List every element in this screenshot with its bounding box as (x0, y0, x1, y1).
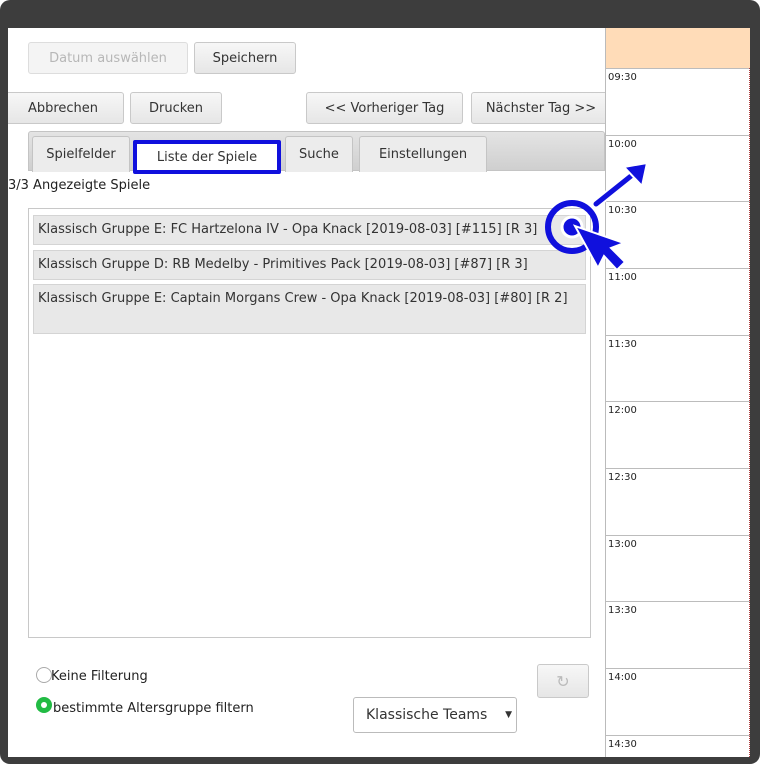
radio-age-group-filter[interactable] (36, 697, 52, 713)
time-label: 09:30 (608, 72, 637, 83)
tab-settings[interactable]: Einstellungen (359, 136, 487, 172)
cancel-button[interactable]: Abbrechen (8, 92, 124, 124)
time-label: 11:30 (608, 339, 637, 350)
save-button[interactable]: Speichern (194, 42, 296, 74)
calendar-slot[interactable]: 11:00 (606, 268, 750, 334)
refresh-button[interactable]: ↻ (537, 664, 589, 698)
team-select[interactable]: Klassische Teams ▼ (353, 697, 517, 733)
tab-search[interactable]: Suche (285, 136, 353, 172)
radio-selected-dot (41, 702, 47, 708)
games-list: Klassisch Gruppe E: FC Hartzelona IV - O… (28, 208, 591, 638)
calendar-column-border (749, 68, 750, 757)
calendar-slot[interactable]: 09:30 (606, 68, 750, 134)
time-label: 10:00 (608, 139, 637, 150)
calendar-slot[interactable]: 12:00 (606, 401, 750, 467)
dropdown-arrow-icon: ▼ (505, 710, 512, 720)
time-label: 14:30 (608, 739, 637, 750)
team-select-value: Klassische Teams (366, 707, 488, 723)
time-label: 14:00 (608, 672, 637, 683)
age-group-filter-label: bestimmte Altersgruppe filtern (53, 701, 254, 716)
tab-fields[interactable]: Spielfelder (32, 136, 130, 172)
games-count-text: 3/3 Angezeigte Spiele (8, 178, 151, 193)
list-item-game[interactable]: Klassisch Gruppe E: FC Hartzelona IV - O… (33, 215, 586, 245)
calendar-slot[interactable]: 11:30 (606, 335, 750, 401)
print-button[interactable]: Drucken (130, 92, 222, 124)
time-label: 10:30 (608, 205, 637, 216)
calendar-view: 09:30 10:00 10:30 11:00 11:30 12:00 12:3… (605, 28, 750, 757)
calendar-slot[interactable]: 13:30 (606, 601, 750, 667)
next-day-button[interactable]: Nächster Tag >> (471, 92, 611, 124)
list-item-game[interactable]: Klassisch Gruppe E: Captain Morgans Crew… (33, 284, 586, 334)
no-filter-label: Keine Filterung (51, 669, 148, 684)
refresh-icon: ↻ (556, 671, 570, 691)
previous-day-button[interactable]: << Vorheriger Tag (306, 92, 463, 124)
calendar-slot[interactable]: 14:00 (606, 668, 750, 734)
calendar-slot[interactable]: 13:00 (606, 535, 750, 601)
calendar-slot[interactable]: 10:30 (606, 201, 750, 267)
calendar-header (606, 28, 750, 69)
radio-no-filter[interactable] (36, 667, 52, 683)
time-label: 12:30 (608, 472, 637, 483)
time-label: 13:30 (608, 605, 637, 616)
date-picker-button[interactable]: Datum auswählen (28, 42, 188, 74)
time-label: 11:00 (608, 272, 637, 283)
app-window: Datum auswählen Speichern Abbrechen Druc… (8, 28, 750, 757)
list-item-game[interactable]: Klassisch Gruppe D: RB Medelby - Primiti… (33, 250, 586, 280)
time-label: 12:00 (608, 405, 637, 416)
calendar-slot[interactable]: 12:30 (606, 468, 750, 534)
calendar-slot[interactable]: 14:30 (606, 735, 750, 757)
screenshot-frame: Datum auswählen Speichern Abbrechen Druc… (0, 0, 760, 764)
tab-games-list[interactable]: Liste der Spiele (133, 140, 281, 174)
time-label: 13:00 (608, 539, 637, 550)
calendar-slot[interactable]: 10:00 (606, 135, 750, 201)
